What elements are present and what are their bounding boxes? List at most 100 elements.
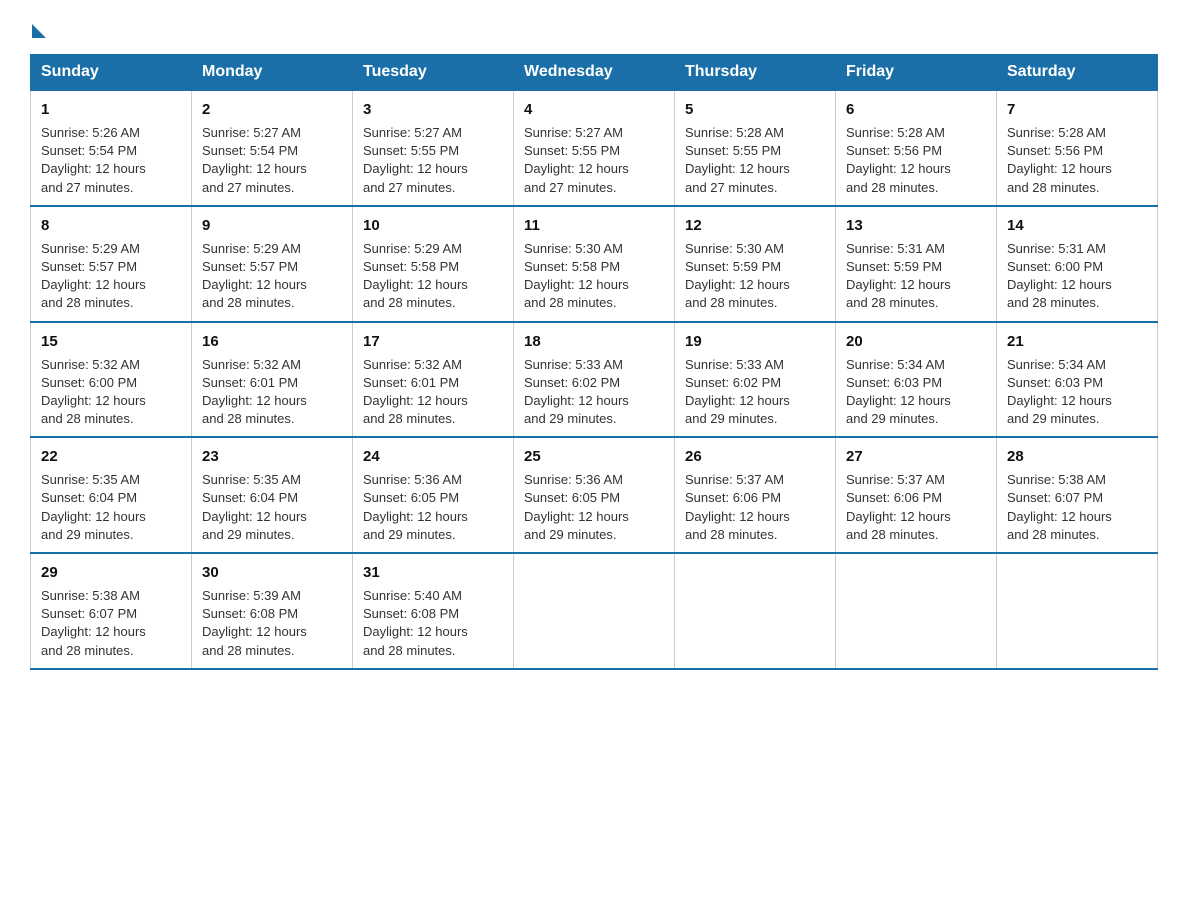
calendar-day-cell: 27 Sunrise: 5:37 AM Sunset: 6:06 PM Dayl… (836, 437, 997, 553)
day-number: 7 (1007, 99, 1147, 120)
sunset-label: Sunset: 5:56 PM (1007, 143, 1103, 158)
daylight-label: Daylight: 12 hours (685, 161, 790, 176)
calendar-day-cell (997, 553, 1158, 669)
sunset-label: Sunset: 5:54 PM (202, 143, 298, 158)
sunrise-label: Sunrise: 5:36 AM (363, 472, 462, 487)
calendar-header-sunday: Sunday (31, 55, 192, 91)
sunset-label: Sunset: 5:59 PM (685, 259, 781, 274)
daylight-minutes: and 29 minutes. (524, 527, 617, 542)
daylight-minutes: and 28 minutes. (202, 295, 295, 310)
day-number: 19 (685, 331, 825, 352)
day-number: 28 (1007, 446, 1147, 467)
daylight-minutes: and 28 minutes. (41, 411, 134, 426)
daylight-label: Daylight: 12 hours (202, 161, 307, 176)
daylight-minutes: and 28 minutes. (1007, 295, 1100, 310)
calendar-header-monday: Monday (192, 55, 353, 91)
calendar-header-saturday: Saturday (997, 55, 1158, 91)
daylight-label: Daylight: 12 hours (846, 277, 951, 292)
day-number: 11 (524, 215, 664, 236)
daylight-label: Daylight: 12 hours (202, 277, 307, 292)
daylight-minutes: and 29 minutes. (846, 411, 939, 426)
daylight-label: Daylight: 12 hours (685, 509, 790, 524)
day-number: 20 (846, 331, 986, 352)
sunrise-label: Sunrise: 5:37 AM (685, 472, 784, 487)
sunset-label: Sunset: 6:08 PM (363, 606, 459, 621)
sunrise-label: Sunrise: 5:35 AM (41, 472, 140, 487)
calendar-day-cell: 29 Sunrise: 5:38 AM Sunset: 6:07 PM Dayl… (31, 553, 192, 669)
calendar-day-cell: 1 Sunrise: 5:26 AM Sunset: 5:54 PM Dayli… (31, 90, 192, 206)
sunrise-label: Sunrise: 5:35 AM (202, 472, 301, 487)
page-header (30, 20, 1158, 34)
daylight-label: Daylight: 12 hours (1007, 509, 1112, 524)
calendar-table: SundayMondayTuesdayWednesdayThursdayFrid… (30, 54, 1158, 670)
calendar-header-row: SundayMondayTuesdayWednesdayThursdayFrid… (31, 55, 1158, 91)
daylight-label: Daylight: 12 hours (363, 161, 468, 176)
calendar-day-cell: 20 Sunrise: 5:34 AM Sunset: 6:03 PM Dayl… (836, 322, 997, 438)
sunrise-label: Sunrise: 5:39 AM (202, 588, 301, 603)
calendar-day-cell: 8 Sunrise: 5:29 AM Sunset: 5:57 PM Dayli… (31, 206, 192, 322)
calendar-header-wednesday: Wednesday (514, 55, 675, 91)
sunset-label: Sunset: 5:59 PM (846, 259, 942, 274)
daylight-label: Daylight: 12 hours (846, 161, 951, 176)
calendar-day-cell: 17 Sunrise: 5:32 AM Sunset: 6:01 PM Dayl… (353, 322, 514, 438)
daylight-minutes: and 29 minutes. (1007, 411, 1100, 426)
sunset-label: Sunset: 6:08 PM (202, 606, 298, 621)
sunrise-label: Sunrise: 5:27 AM (363, 125, 462, 140)
sunrise-label: Sunrise: 5:32 AM (363, 357, 462, 372)
daylight-label: Daylight: 12 hours (1007, 277, 1112, 292)
daylight-minutes: and 28 minutes. (685, 527, 778, 542)
sunset-label: Sunset: 5:57 PM (41, 259, 137, 274)
sunset-label: Sunset: 6:03 PM (1007, 375, 1103, 390)
daylight-minutes: and 28 minutes. (363, 643, 456, 658)
day-number: 12 (685, 215, 825, 236)
daylight-label: Daylight: 12 hours (363, 277, 468, 292)
calendar-day-cell: 28 Sunrise: 5:38 AM Sunset: 6:07 PM Dayl… (997, 437, 1158, 553)
calendar-day-cell: 30 Sunrise: 5:39 AM Sunset: 6:08 PM Dayl… (192, 553, 353, 669)
day-number: 10 (363, 215, 503, 236)
daylight-label: Daylight: 12 hours (685, 393, 790, 408)
day-number: 13 (846, 215, 986, 236)
daylight-minutes: and 27 minutes. (524, 180, 617, 195)
sunrise-label: Sunrise: 5:26 AM (41, 125, 140, 140)
sunset-label: Sunset: 6:03 PM (846, 375, 942, 390)
calendar-day-cell (836, 553, 997, 669)
calendar-week-row: 22 Sunrise: 5:35 AM Sunset: 6:04 PM Dayl… (31, 437, 1158, 553)
daylight-label: Daylight: 12 hours (41, 624, 146, 639)
daylight-label: Daylight: 12 hours (363, 624, 468, 639)
daylight-label: Daylight: 12 hours (41, 161, 146, 176)
logo (30, 20, 46, 34)
daylight-minutes: and 28 minutes. (202, 411, 295, 426)
daylight-label: Daylight: 12 hours (202, 624, 307, 639)
daylight-minutes: and 27 minutes. (41, 180, 134, 195)
sunset-label: Sunset: 6:04 PM (41, 490, 137, 505)
day-number: 3 (363, 99, 503, 120)
daylight-label: Daylight: 12 hours (685, 277, 790, 292)
sunset-label: Sunset: 6:01 PM (363, 375, 459, 390)
daylight-minutes: and 28 minutes. (41, 643, 134, 658)
day-number: 26 (685, 446, 825, 467)
sunrise-label: Sunrise: 5:38 AM (1007, 472, 1106, 487)
daylight-minutes: and 28 minutes. (1007, 180, 1100, 195)
sunset-label: Sunset: 6:07 PM (1007, 490, 1103, 505)
daylight-minutes: and 28 minutes. (685, 295, 778, 310)
sunrise-label: Sunrise: 5:28 AM (685, 125, 784, 140)
daylight-label: Daylight: 12 hours (1007, 393, 1112, 408)
day-number: 27 (846, 446, 986, 467)
sunset-label: Sunset: 5:55 PM (524, 143, 620, 158)
day-number: 29 (41, 562, 181, 583)
sunrise-label: Sunrise: 5:30 AM (685, 241, 784, 256)
calendar-week-row: 1 Sunrise: 5:26 AM Sunset: 5:54 PM Dayli… (31, 90, 1158, 206)
calendar-day-cell: 7 Sunrise: 5:28 AM Sunset: 5:56 PM Dayli… (997, 90, 1158, 206)
daylight-label: Daylight: 12 hours (41, 393, 146, 408)
sunrise-label: Sunrise: 5:33 AM (524, 357, 623, 372)
calendar-week-row: 29 Sunrise: 5:38 AM Sunset: 6:07 PM Dayl… (31, 553, 1158, 669)
calendar-header-thursday: Thursday (675, 55, 836, 91)
day-number: 18 (524, 331, 664, 352)
sunrise-label: Sunrise: 5:37 AM (846, 472, 945, 487)
daylight-minutes: and 27 minutes. (202, 180, 295, 195)
sunset-label: Sunset: 5:55 PM (685, 143, 781, 158)
calendar-header-friday: Friday (836, 55, 997, 91)
day-number: 23 (202, 446, 342, 467)
sunset-label: Sunset: 6:00 PM (41, 375, 137, 390)
daylight-minutes: and 28 minutes. (363, 295, 456, 310)
